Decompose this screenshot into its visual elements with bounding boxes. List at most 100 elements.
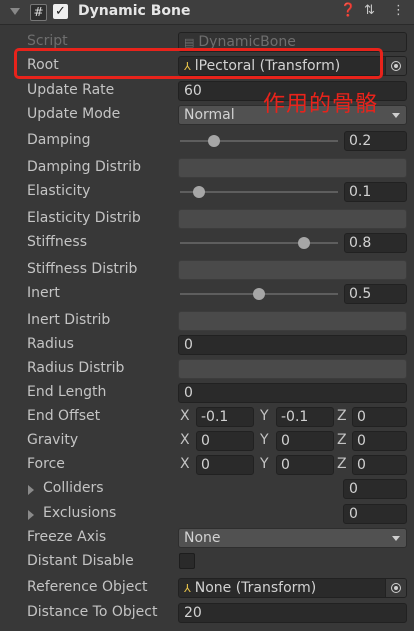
damping-distrib-label: Damping Distrib <box>27 159 141 175</box>
inert-row: Inert 0.5 <box>0 282 414 306</box>
chevron-right-icon[interactable] <box>28 485 34 495</box>
elasticity-row: Elasticity 0.1 <box>0 180 414 204</box>
colliders-label[interactable]: Colliders <box>43 480 104 496</box>
update-mode-value: Normal <box>184 107 235 123</box>
end-length-row: End Length 0 <box>0 381 414 405</box>
gravity-z-field[interactable]: 0 <box>352 431 407 451</box>
gravity-x-field[interactable]: 0 <box>196 431 254 451</box>
script-label: Script <box>27 33 68 49</box>
colliders-row[interactable]: Colliders 0 <box>0 477 414 501</box>
object-picker-icon[interactable] <box>385 579 406 597</box>
stiffness-row: Stiffness 0.8 <box>0 231 414 255</box>
gravity-y-label: Y <box>260 432 269 448</box>
elasticity-slider-thumb[interactable] <box>193 186 205 198</box>
stiffness-slider-thumb[interactable] <box>298 237 310 249</box>
reference-object-row: Reference Object ⅄ None (Transform) <box>0 576 414 600</box>
reference-object-value: None (Transform) <box>194 580 317 596</box>
inert-value-field[interactable]: 0.5 <box>344 284 407 304</box>
force-x-field[interactable]: 0 <box>196 455 254 475</box>
radius-label: Radius <box>27 336 74 352</box>
distant-disable-checkbox[interactable] <box>179 553 195 569</box>
freeze-axis-value: None <box>184 530 221 546</box>
end-offset-row: End Offset X -0.1 Y -0.1 Z 0 <box>0 405 414 429</box>
stiffness-value-field[interactable]: 0.8 <box>344 233 407 253</box>
force-x-label: X <box>180 456 190 472</box>
end-offset-y-label: Y <box>260 408 269 424</box>
presets-icon[interactable]: ⇅ <box>364 3 375 18</box>
end-offset-x-label: X <box>180 408 190 424</box>
gravity-y-field[interactable]: 0 <box>276 431 334 451</box>
radius-row: Radius 0 <box>0 333 414 357</box>
annotation-text: 作用的骨骼 <box>263 92 379 117</box>
gravity-label: Gravity <box>27 432 79 448</box>
force-z-label: Z <box>337 456 347 472</box>
stiffness-slider-track[interactable] <box>180 242 338 244</box>
script-icon: # <box>30 4 47 21</box>
end-offset-x-field[interactable]: -0.1 <box>196 407 254 427</box>
elasticity-distrib-label: Elasticity Distrib <box>27 210 141 226</box>
elasticity-value-field[interactable]: 0.1 <box>344 182 407 202</box>
force-row: Force X 0 Y 0 Z 0 <box>0 453 414 477</box>
force-label: Force <box>27 456 65 472</box>
inert-slider-thumb[interactable] <box>253 288 265 300</box>
force-y-field[interactable]: 0 <box>276 455 334 475</box>
end-offset-z-field[interactable]: 0 <box>352 407 407 427</box>
end-offset-label: End Offset <box>27 408 101 424</box>
damping-slider-track[interactable] <box>180 140 338 142</box>
distance-to-object-row: Distance To Object 20 <box>0 601 414 625</box>
component-title: Dynamic Bone <box>78 3 191 19</box>
object-picker-icon[interactable] <box>385 57 406 75</box>
update-mode-label: Update Mode <box>27 106 121 122</box>
update-rate-label: Update Rate <box>27 82 115 98</box>
inert-distrib-curve[interactable] <box>178 311 407 331</box>
inert-distrib-label: Inert Distrib <box>27 312 111 328</box>
stiffness-distrib-curve[interactable] <box>178 260 407 280</box>
damping-label: Damping <box>27 132 91 148</box>
freeze-axis-dropdown[interactable]: None <box>178 528 407 548</box>
annotation-highlight-box <box>14 48 383 79</box>
distance-to-object-label: Distance To Object <box>27 604 158 620</box>
stiffness-label: Stiffness <box>27 234 87 250</box>
exclusions-label[interactable]: Exclusions <box>43 505 116 521</box>
radius-distrib-label: Radius Distrib <box>27 360 125 376</box>
force-z-field[interactable]: 0 <box>352 455 407 475</box>
reference-object-field[interactable]: ⅄ None (Transform) <box>178 578 407 598</box>
foldout-arrow-icon[interactable] <box>10 8 20 15</box>
damping-slider-thumb[interactable] <box>208 135 220 147</box>
help-icon[interactable]: ❓ <box>340 3 356 18</box>
distance-to-object-field[interactable]: 20 <box>178 603 407 623</box>
end-length-label: End Length <box>27 384 107 400</box>
radius-field[interactable]: 0 <box>178 335 407 355</box>
chevron-down-icon <box>392 113 400 118</box>
menu-icon[interactable]: ⋮ <box>392 3 405 18</box>
colliders-size-field[interactable]: 0 <box>343 479 407 499</box>
enabled-checkbox[interactable]: ✓ <box>53 4 68 19</box>
inert-distrib-row: Inert Distrib <box>0 309 414 333</box>
elasticity-distrib-curve[interactable] <box>178 209 407 229</box>
damping-distrib-row: Damping Distrib <box>0 156 414 180</box>
stiffness-distrib-label: Stiffness Distrib <box>27 261 138 277</box>
freeze-axis-row: Freeze Axis None <box>0 526 414 550</box>
stiffness-distrib-row: Stiffness Distrib <box>0 258 414 282</box>
force-y-label: Y <box>260 456 269 472</box>
reference-object-label: Reference Object <box>27 579 148 595</box>
transform-icon: ⅄ <box>184 582 191 595</box>
chevron-down-icon <box>392 536 400 541</box>
radius-distrib-curve[interactable] <box>178 359 407 379</box>
damping-row: Damping 0.2 <box>0 129 414 153</box>
chevron-right-icon[interactable] <box>28 510 34 520</box>
gravity-row: Gravity X 0 Y 0 Z 0 <box>0 429 414 453</box>
gravity-x-label: X <box>180 432 190 448</box>
elasticity-distrib-row: Elasticity Distrib <box>0 207 414 231</box>
inert-label: Inert <box>27 285 60 301</box>
gravity-z-label: Z <box>337 432 347 448</box>
exclusions-size-field[interactable]: 0 <box>343 504 407 524</box>
end-offset-y-field[interactable]: -0.1 <box>276 407 334 427</box>
damping-value-field[interactable]: 0.2 <box>344 131 407 151</box>
freeze-axis-label: Freeze Axis <box>27 529 107 545</box>
damping-distrib-curve[interactable] <box>178 158 407 178</box>
radius-distrib-row: Radius Distrib <box>0 357 414 381</box>
end-length-field[interactable]: 0 <box>178 383 407 403</box>
exclusions-row[interactable]: Exclusions 0 <box>0 502 414 526</box>
component-header: # ✓ Dynamic Bone ❓ ⇅ ⋮ <box>0 0 414 25</box>
